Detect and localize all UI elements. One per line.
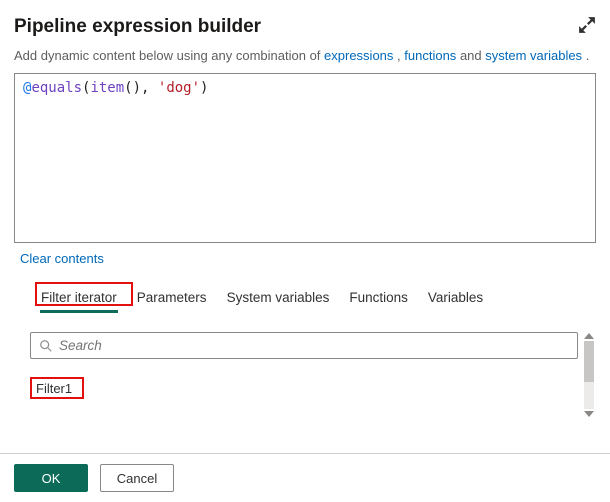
clear-contents-link[interactable]: Clear contents [20,251,104,266]
tab-functions[interactable]: Functions [348,286,409,311]
tabs: Filter iterator Parameters System variab… [14,280,596,318]
tab-variables[interactable]: Variables [427,286,484,311]
scroll-down-icon[interactable] [584,411,594,417]
scroll-track[interactable] [584,341,594,409]
search-icon [39,339,53,353]
page-title: Pipeline expression builder [14,16,261,38]
link-system-variables[interactable]: system variables [485,48,582,63]
help-text: Add dynamic content below using any comb… [14,48,596,63]
ok-button[interactable]: OK [14,464,88,492]
tab-system-variables[interactable]: System variables [226,286,331,311]
expand-icon[interactable] [578,16,596,34]
scrollbar[interactable] [582,332,596,418]
scroll-up-icon[interactable] [584,333,594,339]
scroll-thumb[interactable] [584,341,594,382]
tab-filter-iterator[interactable]: Filter iterator [40,286,118,311]
expression-editor[interactable]: @equals(item(), 'dog') [14,73,596,243]
search-input[interactable] [59,338,569,353]
tab-parameters[interactable]: Parameters [136,286,208,311]
help-text-prefix: Add dynamic content below using any comb… [14,48,324,63]
link-functions[interactable]: functions [404,48,456,63]
search-box[interactable] [30,332,578,359]
cancel-button[interactable]: Cancel [100,464,174,492]
link-expressions[interactable]: expressions [324,48,393,63]
result-item-filter1[interactable]: Filter1 [30,377,78,400]
